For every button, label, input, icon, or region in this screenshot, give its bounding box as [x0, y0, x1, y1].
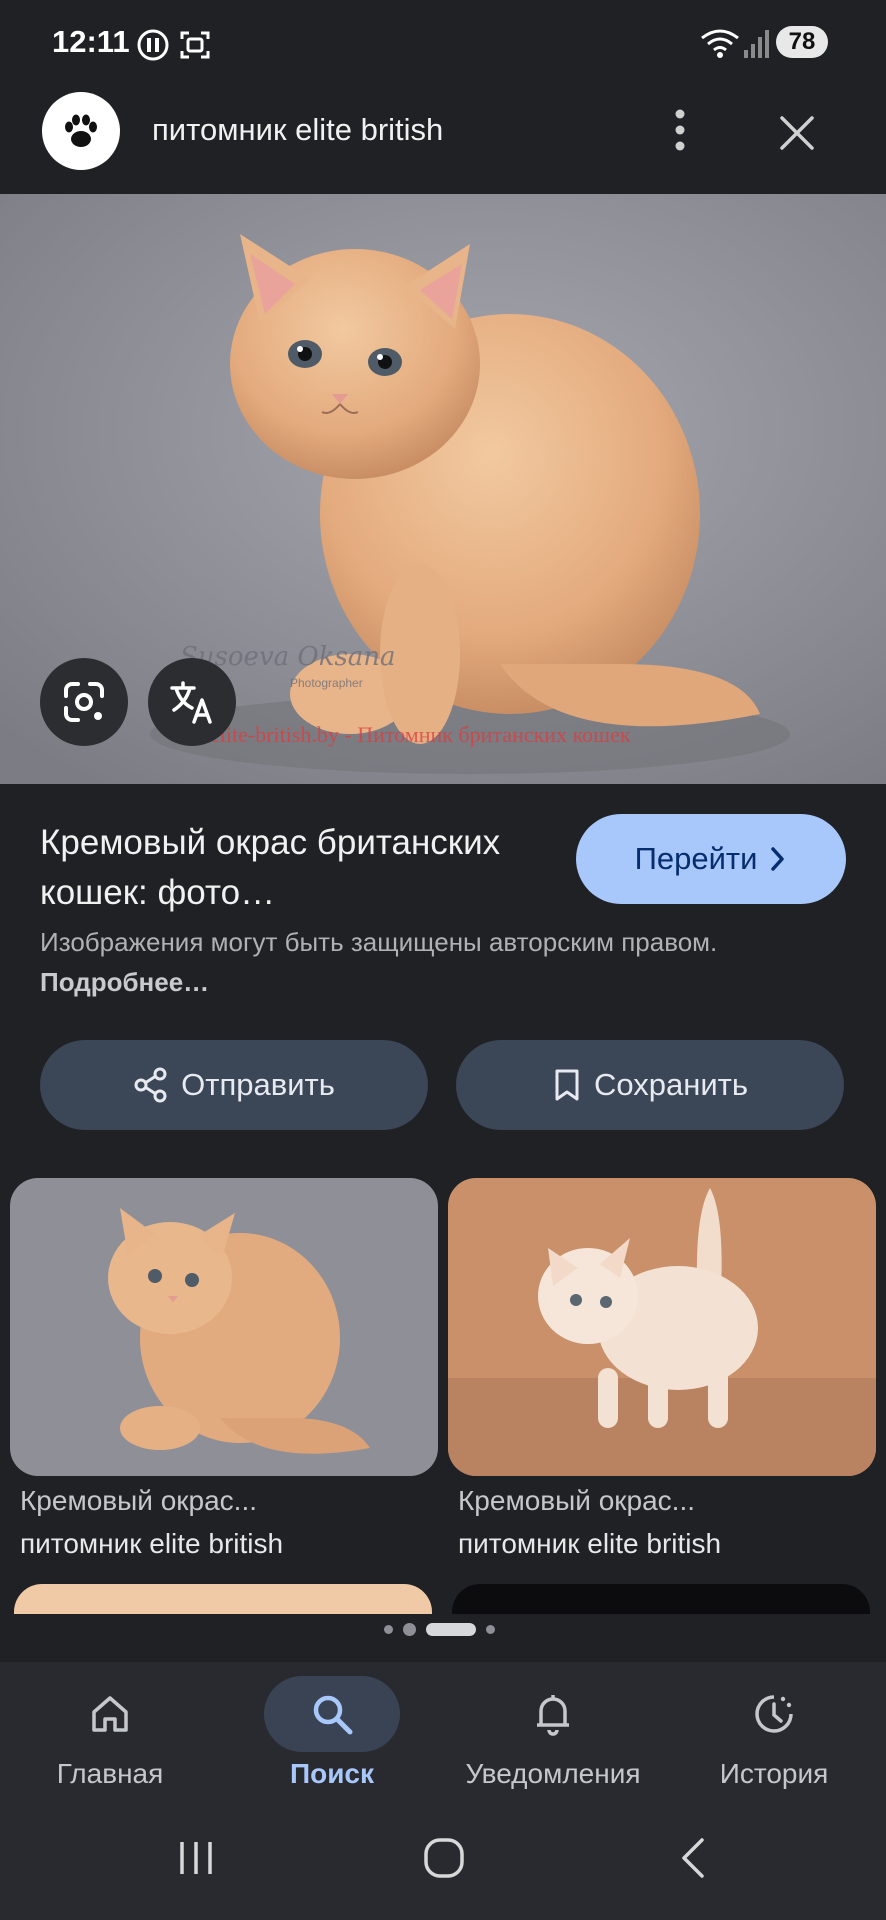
page-dot-active [426, 1623, 476, 1636]
share-button[interactable]: Отправить [40, 1040, 428, 1130]
battery-icon: 78 [776, 26, 828, 58]
related-image-1[interactable] [10, 1178, 438, 1476]
screenshot-icon [180, 31, 210, 59]
copyright-text: Изображения могут быть защищены авторски… [40, 927, 718, 957]
nav-history-label: История [719, 1758, 829, 1789]
nav-home[interactable]: Главная [10, 1676, 210, 1806]
nav-home-icon-wrap [42, 1676, 178, 1752]
media-icon [137, 29, 169, 61]
page-indicator [384, 1623, 495, 1636]
nav-search[interactable]: Поиск [232, 1676, 432, 1806]
bookmark-icon [555, 1069, 579, 1101]
more-vert-icon [675, 109, 685, 151]
nav-history-icon-wrap [706, 1676, 842, 1752]
related-caption-2[interactable]: Кремовый окрас... [458, 1485, 695, 1517]
main-image[interactable]: Susoeva Oksana Photographer elite-britis… [0, 194, 886, 784]
home-icon [92, 1696, 128, 1732]
status-bar: 12:11 78 [0, 0, 886, 88]
nav-search-icon-wrap [264, 1676, 400, 1752]
share-button-label: Отправить [181, 1067, 335, 1102]
bottom-navigation: Главная Поиск Уведомления История [0, 1662, 886, 1812]
nav-history[interactable]: История [674, 1676, 874, 1806]
site-title[interactable]: питомник elite british [152, 112, 443, 148]
wifi-icon [701, 29, 739, 58]
visit-button-label: Перейти [634, 841, 758, 876]
related-image-2[interactable] [448, 1178, 876, 1476]
copyright-notice: Изображения могут быть защищены авторски… [40, 922, 760, 1002]
recent-apps-icon[interactable] [176, 1838, 216, 1878]
nav-notifications-label: Уведомления [465, 1758, 641, 1789]
chevron-right-icon [771, 847, 785, 871]
search-icon [313, 1695, 353, 1735]
page-dot [384, 1625, 393, 1634]
related-image-3[interactable] [14, 1584, 432, 1614]
bell-icon [537, 1695, 569, 1736]
home-button-icon[interactable] [422, 1836, 466, 1880]
nav-notifications[interactable]: Уведомления [453, 1676, 653, 1806]
related-source-2[interactable]: питомник elite british [458, 1528, 721, 1560]
paw-icon [65, 114, 97, 147]
related-image-4[interactable] [452, 1584, 870, 1614]
status-time: 12:11 [52, 24, 130, 59]
more-options-button[interactable] [660, 106, 700, 156]
save-button-label: Сохранить [593, 1067, 749, 1102]
nav-home-label: Главная [56, 1758, 164, 1789]
kitten-photo [0, 194, 886, 784]
nav-search-label: Поиск [289, 1758, 375, 1789]
nav-notifications-icon-wrap [485, 1676, 621, 1752]
page-dot [486, 1625, 495, 1634]
site-logo[interactable] [42, 92, 120, 170]
close-icon [780, 116, 814, 150]
translate-icon [170, 681, 212, 724]
system-navigation [0, 1812, 886, 1920]
history-icon [755, 1695, 793, 1733]
back-icon[interactable] [678, 1836, 708, 1880]
related-source-1[interactable]: питомник elite british [20, 1528, 283, 1560]
save-button[interactable]: Сохранить [456, 1040, 844, 1130]
header: питомник elite british [0, 88, 886, 194]
google-lens-button[interactable] [40, 658, 128, 746]
learn-more-link[interactable]: Подробнее… [40, 967, 209, 997]
page-dot [403, 1623, 416, 1636]
translate-button[interactable] [148, 658, 236, 746]
close-button[interactable] [770, 106, 824, 160]
battery-level: 78 [788, 28, 816, 55]
kitten-thumbnail [10, 1178, 438, 1476]
watermark-text: elite-british.by - Питомник британских к… [210, 722, 631, 747]
kitten-thumbnail [448, 1178, 876, 1476]
related-caption-1[interactable]: Кремовый окрас... [20, 1485, 257, 1517]
google-lens-icon [64, 682, 104, 722]
result-title[interactable]: Кремовый окрас британских кошек: фото… [40, 818, 560, 918]
share-icon [134, 1067, 167, 1103]
visit-button[interactable]: Перейти [576, 814, 846, 904]
signal-icon [744, 30, 769, 58]
watermark-sub: Photographer [290, 676, 363, 690]
